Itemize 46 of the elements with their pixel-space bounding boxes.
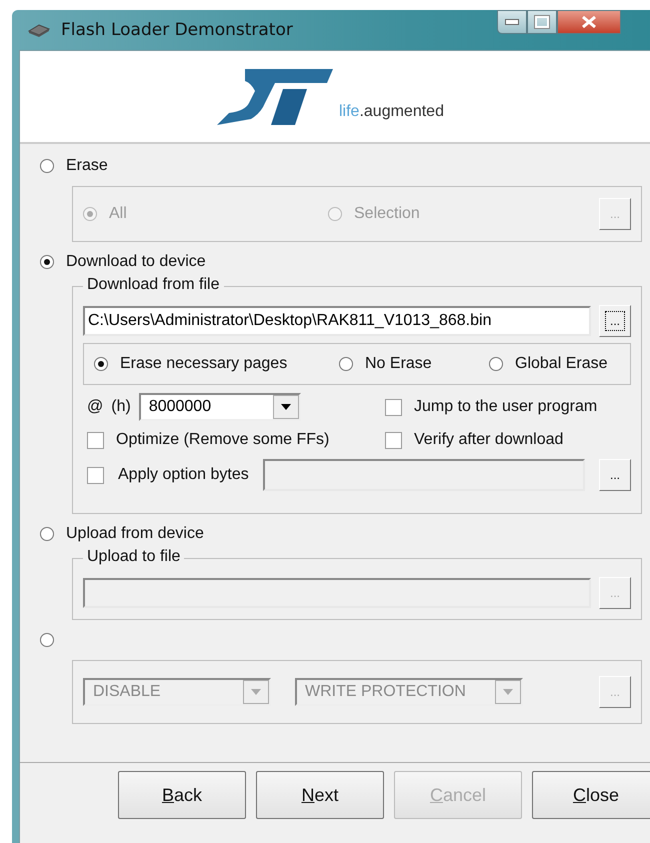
maximize-button[interactable] (527, 10, 557, 34)
nav-button[interactable]: Back (118, 771, 246, 819)
checkbox[interactable] (385, 398, 402, 416)
group-legend: Upload to file (83, 548, 184, 566)
mode-label: Download to device (66, 253, 206, 271)
option-bytes-field[interactable] (262, 459, 585, 491)
radio-button[interactable] (40, 159, 54, 173)
close-icon (581, 16, 597, 28)
checkbox-label: Optimize (Remove some FFs) (116, 431, 330, 449)
file-path-field[interactable]: C:\Users\Administrator\Desktop\RAK811_V1013_868.bin (83, 306, 591, 336)
browse-button[interactable]: ... (599, 459, 631, 491)
option-label: Selection (354, 205, 420, 223)
address-unit: (h) (111, 398, 131, 416)
browse-button[interactable]: ... (599, 305, 631, 337)
checkbox[interactable] (87, 432, 104, 448)
checkbox[interactable] (385, 432, 402, 448)
window-title: Flash Loader Demonstrator (61, 20, 293, 40)
option-label: All (109, 205, 127, 223)
checkbox-label: Apply option bytes (118, 466, 249, 484)
option-label: Erase necessary pages (120, 355, 288, 373)
radio-button[interactable] (94, 357, 108, 371)
radio-button[interactable] (339, 357, 353, 371)
option-label: No Erase (365, 355, 432, 373)
mode-label: Erase (66, 157, 108, 175)
option-label: Global Erase (515, 355, 608, 373)
close-button[interactable] (557, 10, 621, 34)
minimize-button[interactable] (497, 10, 527, 34)
radio-button[interactable] (40, 255, 54, 269)
address-label: @ (87, 398, 104, 416)
checkbox-label: Jump to the user program (414, 398, 598, 416)
radio-button[interactable] (40, 633, 54, 647)
st-logo-icon (215, 66, 335, 126)
mode-label: Upload from device (66, 525, 204, 543)
dropdown-arrow-icon (251, 689, 261, 695)
checkbox-label: Verify after download (414, 431, 564, 449)
nav-button[interactable]: Close (532, 771, 650, 819)
upload-file-field[interactable] (83, 578, 591, 608)
dropdown-arrow-icon (503, 689, 513, 695)
nav-button[interactable]: Next (256, 771, 384, 819)
radio-button[interactable] (489, 357, 503, 371)
dropdown-arrow-icon (280, 404, 291, 410)
chip-icon (27, 22, 51, 38)
radio-button[interactable] (40, 527, 54, 541)
address-combo[interactable]: 8000000 (138, 393, 301, 421)
logo-tagline: life.augmented (339, 102, 444, 120)
checkbox[interactable] (87, 466, 104, 484)
